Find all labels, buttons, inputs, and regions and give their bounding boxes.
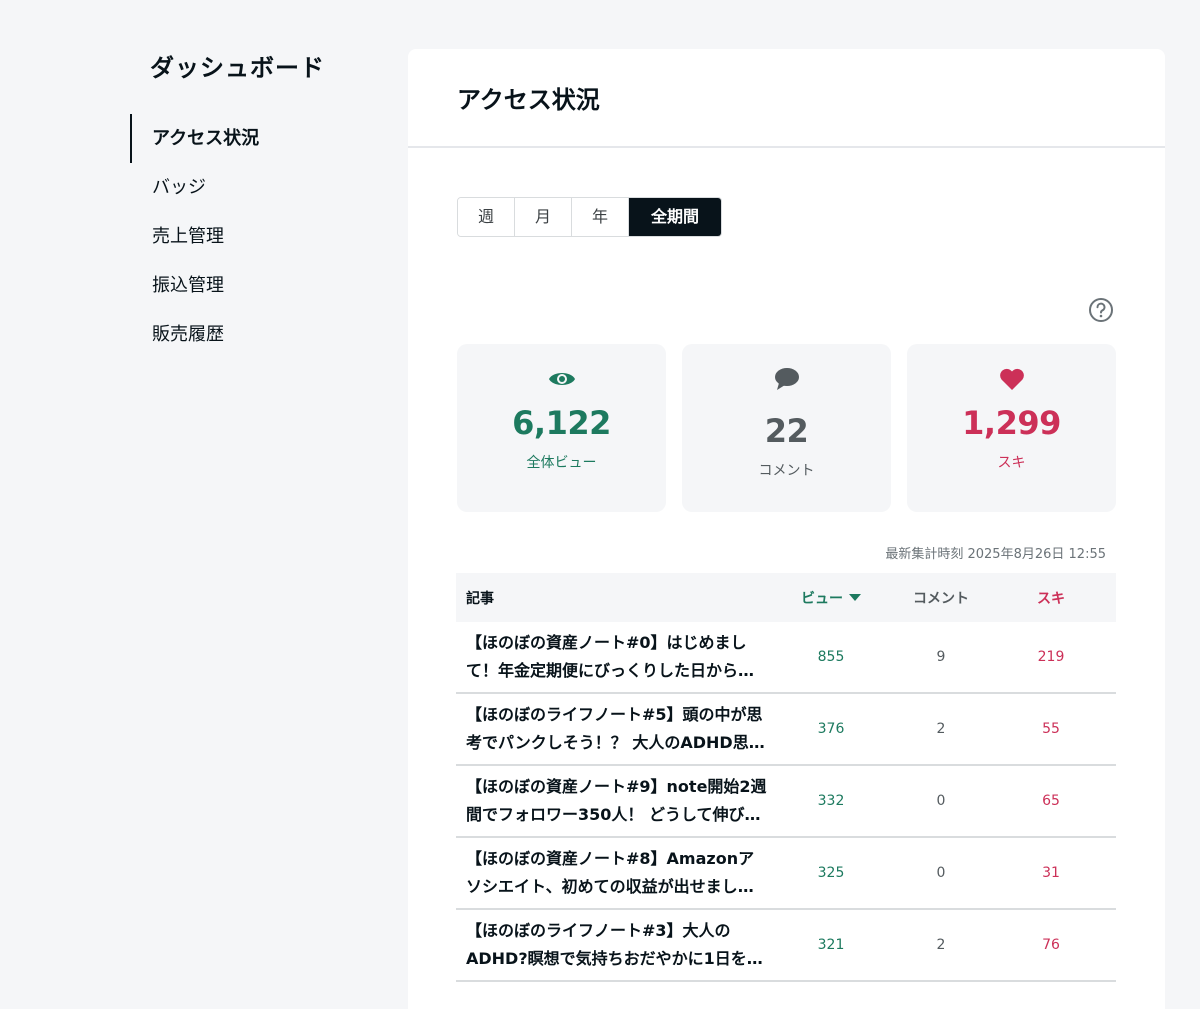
articles-table: 記事 ビュー コメント スキ 【ほのぼの資産ノート#0】はじめまして！年金定期便… xyxy=(456,573,1116,982)
table-row: 【ほのぼの資産ノート#0】はじめまして！年金定期便にびっくりした日から、僕… 8… xyxy=(456,622,1116,694)
comment-icon xyxy=(774,366,800,392)
card-header: アクセス状況 xyxy=(408,49,1165,148)
sidebar-item-badges[interactable]: バッジ xyxy=(130,163,380,212)
main-card: アクセス状況 週 月 年 全期間 6,122 全体ビュー 22 コメント 1,2… xyxy=(408,49,1165,1009)
sidebar-item-access[interactable]: アクセス状況 xyxy=(130,114,380,163)
stat-views: 6,122 全体ビュー xyxy=(457,344,666,512)
stat-comments-value: 22 xyxy=(764,412,809,450)
sort-down-icon xyxy=(849,594,861,601)
article-title[interactable]: 【ほのぼの資産ノート#9】note開始2週間でフォロワー350人！ どうして伸び… xyxy=(456,773,776,829)
article-views: 321 xyxy=(817,937,845,953)
article-likes: 76 xyxy=(1042,937,1060,953)
tab-year[interactable]: 年 xyxy=(572,198,629,236)
stats-row: 6,122 全体ビュー 22 コメント 1,299 スキ xyxy=(457,344,1116,512)
updated-timestamp: 最新集計時刻 2025年8月26日 12:55 xyxy=(885,547,1106,562)
article-views: 325 xyxy=(817,865,845,881)
heart-icon xyxy=(999,366,1025,392)
stat-likes: 1,299 スキ xyxy=(907,344,1116,512)
stat-views-value: 6,122 xyxy=(512,404,611,442)
help-icon[interactable] xyxy=(1088,297,1114,323)
article-comments: 0 xyxy=(936,865,946,881)
article-views: 332 xyxy=(817,793,845,809)
period-tabs: 週 月 年 全期間 xyxy=(457,197,722,237)
sidebar-item-transfers[interactable]: 振込管理 xyxy=(130,261,380,310)
article-comments: 2 xyxy=(936,721,946,737)
table-row: 【ほのぼの資産ノート#8】Amazonアソシエイト、初めての収益が出せました！ … xyxy=(456,838,1116,910)
sidebar: ダッシュボード アクセス状況 バッジ 売上管理 振込管理 販売履歴 xyxy=(130,52,380,359)
article-title[interactable]: 【ほのぼの資産ノート#0】はじめまして！年金定期便にびっくりした日から、僕… xyxy=(456,629,776,685)
header-likes[interactable]: スキ xyxy=(996,588,1106,608)
article-likes: 31 xyxy=(1042,865,1060,881)
sidebar-item-history[interactable]: 販売履歴 xyxy=(130,310,380,359)
stat-comments: 22 コメント xyxy=(682,344,891,512)
article-title[interactable]: 【ほのぼの資産ノート#8】Amazonアソシエイト、初めての収益が出せました！ xyxy=(456,845,776,901)
tab-all-time[interactable]: 全期間 xyxy=(629,198,721,236)
sidebar-title: ダッシュボード xyxy=(150,54,325,82)
stat-likes-value: 1,299 xyxy=(962,404,1061,442)
stat-views-label: 全体ビュー xyxy=(526,455,597,471)
tab-week[interactable]: 週 xyxy=(458,198,515,236)
table-row: 【ほのぼの資産ノート#9】note開始2週間でフォロワー350人！ どうして伸び… xyxy=(456,766,1116,838)
header-views-label: ビュー xyxy=(801,590,843,607)
header-title: 記事 xyxy=(466,590,494,607)
stat-comments-label: コメント xyxy=(758,463,815,479)
article-comments: 9 xyxy=(936,649,946,665)
article-comments: 2 xyxy=(936,937,946,953)
page-title: アクセス状況 xyxy=(457,86,600,114)
article-views: 376 xyxy=(817,721,845,737)
article-likes: 55 xyxy=(1042,721,1060,737)
header-comments[interactable]: コメント xyxy=(886,588,996,608)
article-views: 855 xyxy=(817,649,845,665)
table-header: 記事 ビュー コメント スキ xyxy=(456,573,1116,622)
tab-month[interactable]: 月 xyxy=(515,198,572,236)
article-likes: 219 xyxy=(1037,649,1065,665)
article-title[interactable]: 【ほのぼのライフノート#3】大人のADHD?瞑想で気持ちおだやかに1日を始… xyxy=(456,917,776,973)
table-row: 【ほのぼのライフノート#3】大人のADHD?瞑想で気持ちおだやかに1日を始… 3… xyxy=(456,910,1116,982)
eye-icon xyxy=(548,366,576,392)
article-likes: 65 xyxy=(1042,793,1060,809)
sidebar-item-sales[interactable]: 売上管理 xyxy=(130,212,380,261)
stat-likes-label: スキ xyxy=(997,455,1026,471)
header-views[interactable]: ビュー xyxy=(776,588,886,608)
article-comments: 0 xyxy=(936,793,946,809)
sidebar-nav: アクセス状況 バッジ 売上管理 振込管理 販売履歴 xyxy=(130,114,380,359)
table-row: 【ほのぼのライフノート#5】頭の中が思考でパンクしそう！？ 大人のADHD思… … xyxy=(456,694,1116,766)
article-title[interactable]: 【ほのぼのライフノート#5】頭の中が思考でパンクしそう！？ 大人のADHD思… xyxy=(456,701,776,757)
